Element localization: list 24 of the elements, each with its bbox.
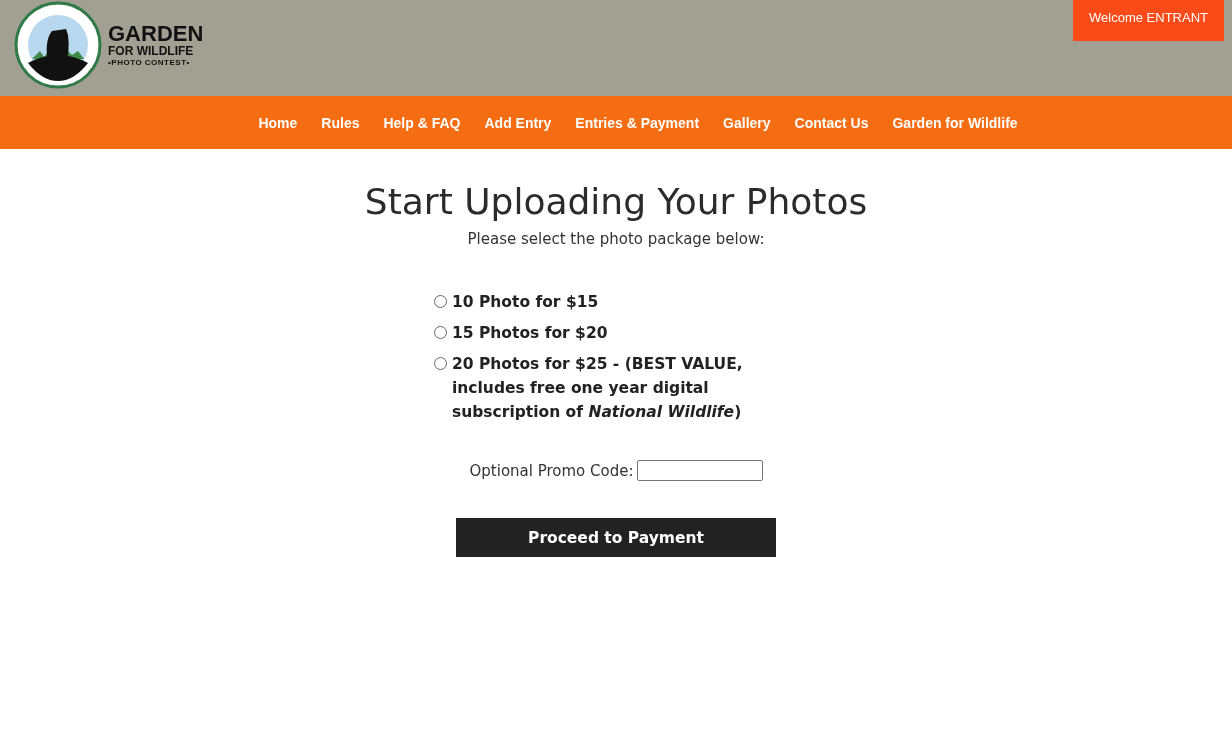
radio-button[interactable] [434, 295, 447, 308]
package-label: 10 Photo for $15 [452, 292, 599, 313]
proceed-button[interactable]: Proceed to Payment [456, 518, 776, 557]
promo-code-field[interactable] [636, 460, 763, 481]
nav-link[interactable]: Garden for Wildlife [884, 108, 1026, 137]
radio-button[interactable] [434, 357, 447, 370]
nav-link[interactable]: Add Entry [476, 108, 560, 137]
package-label: 20 Photos for $25 - (BEST VALUE, includes free one year digital subscription of National Wildlife) [452, 354, 744, 423]
package-label: 15 Photos for $20 [452, 323, 608, 344]
logo-title: GARDEN [108, 22, 204, 45]
welcome-badge[interactable]: Welcome ENTRANT [1073, 0, 1224, 41]
nav-link[interactable]: Gallery [715, 108, 779, 137]
nav-link[interactable]: Rules [313, 108, 368, 137]
nav-link[interactable]: Contact Us [786, 108, 877, 137]
promo-label: Optional Promo Code: [469, 461, 634, 480]
page-title: Start Uploading Your Photos [364, 181, 868, 222]
logo-tagline: •PHOTO CONTEST• [108, 57, 191, 68]
logo-emblem-icon [14, 1, 102, 89]
logo-subtitle: FOR WILDLIFE [108, 44, 195, 58]
nav-link[interactable]: Home [250, 108, 306, 137]
page-subtitle: Please select the photo package below: [467, 230, 765, 248]
radio-button[interactable] [434, 326, 447, 339]
nav-link[interactable]: Help & FAQ [375, 108, 469, 137]
nav-link[interactable]: Entries & Payment [567, 108, 708, 137]
